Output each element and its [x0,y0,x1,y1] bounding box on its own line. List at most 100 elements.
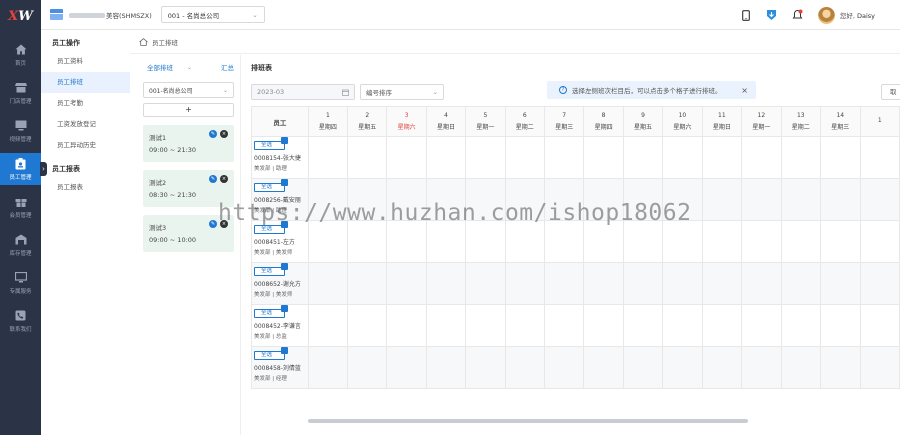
schedule-cell[interactable] [859,178,900,221]
schedule-cell[interactable] [820,136,861,179]
shift-card[interactable]: 测试1 09:00 ~ 21:30 ✎ × [143,125,234,162]
schedule-cell[interactable] [386,220,427,263]
subnav-item[interactable]: 员工排班 [41,72,130,93]
schedule-cell[interactable] [465,136,506,179]
schedule-cell[interactable] [701,304,743,347]
schedule-cell[interactable] [859,304,900,347]
schedule-cell[interactable] [622,346,664,389]
schedule-cell[interactable] [307,178,349,221]
schedule-cell[interactable] [780,304,822,347]
company-select[interactable]: 001 - 名尚总公司 ⌄ [160,6,265,23]
schedule-cell[interactable] [504,220,546,263]
collapse-icon[interactable]: › [40,162,47,176]
select-all-button[interactable]: 全选 [254,221,288,234]
subnav-item[interactable]: 员工异动历史 [41,135,130,156]
horizontal-scrollbar[interactable] [308,419,748,423]
schedule-cell[interactable] [347,220,388,263]
schedule-cell[interactable] [465,262,506,305]
schedule-cell[interactable] [820,346,861,389]
schedule-cell[interactable] [307,304,349,347]
select-all-button[interactable]: 全选 [254,179,288,192]
schedule-cell[interactable] [465,304,506,347]
schedule-cell[interactable] [465,346,506,389]
schedule-cell[interactable] [859,220,900,263]
schedule-cell[interactable] [741,304,782,347]
schedule-cell[interactable] [504,262,546,305]
schedule-cell[interactable] [780,136,822,179]
schedule-cell[interactable] [662,262,703,305]
schedule-cell[interactable] [543,346,585,389]
schedule-cell[interactable] [504,178,546,221]
select-all-button[interactable]: 全选 [254,137,288,150]
schedule-cell[interactable] [583,220,624,263]
shift-company-select[interactable]: 001-名尚总公司 ⌄ [143,82,234,98]
schedule-cell[interactable] [543,220,585,263]
schedule-cell[interactable] [701,262,743,305]
subnav-item[interactable]: 员工资料 [41,51,130,72]
bell-icon[interactable] [792,9,804,21]
schedule-cell[interactable] [662,220,703,263]
schedule-cell[interactable] [741,220,782,263]
schedule-cell[interactable] [780,220,822,263]
delete-icon[interactable]: × [220,130,228,138]
sidebar-item-home[interactable]: 首页 [0,39,41,71]
schedule-cell[interactable] [504,346,546,389]
add-shift-button[interactable]: + [143,103,234,117]
schedule-cell[interactable] [662,136,703,179]
schedule-cell[interactable] [347,304,388,347]
schedule-cell[interactable] [622,178,664,221]
schedule-cell[interactable] [425,262,467,305]
edit-icon[interactable]: ✎ [209,175,217,183]
schedule-cell[interactable] [386,304,427,347]
schedule-cell[interactable] [780,262,822,305]
avatar[interactable] [817,6,835,24]
schedule-cell[interactable] [741,136,782,179]
schedule-cell[interactable] [425,136,467,179]
schedule-cell[interactable] [307,346,349,389]
download-icon[interactable] [766,9,778,21]
schedule-cell[interactable] [504,304,546,347]
schedule-cell[interactable] [859,346,900,389]
schedule-cell[interactable] [741,262,782,305]
subnav-item[interactable]: 工资发放登记 [41,114,130,135]
shift-card[interactable]: 测试3 09:00 ~ 10:00 ✎ × [143,215,234,252]
schedule-cell[interactable] [701,346,743,389]
schedule-cell[interactable] [543,136,585,179]
schedule-cell[interactable] [543,304,585,347]
schedule-cell[interactable] [622,220,664,263]
schedule-cell[interactable] [583,304,624,347]
chevron-down-icon[interactable]: ⌄ [187,64,192,71]
delete-icon[interactable]: × [220,175,228,183]
schedule-cell[interactable] [583,346,624,389]
schedule-cell[interactable] [347,178,388,221]
schedule-cell[interactable] [465,220,506,263]
schedule-cell[interactable] [741,346,782,389]
sidebar-item-display[interactable]: 专属服务 [0,267,41,299]
schedule-cell[interactable] [583,136,624,179]
schedule-cell[interactable] [543,262,585,305]
logo[interactable]: XW [0,0,41,33]
schedule-cell[interactable] [622,304,664,347]
schedule-cell[interactable] [859,262,900,305]
close-icon[interactable]: × [741,86,748,95]
schedule-cell[interactable] [662,346,703,389]
schedule-cell[interactable] [701,136,743,179]
sidebar-item-store[interactable]: 门店管理 [0,77,41,109]
schedule-cell[interactable] [543,178,585,221]
schedule-cell[interactable] [820,178,861,221]
schedule-cell[interactable] [583,178,624,221]
schedule-cell[interactable] [622,136,664,179]
month-picker[interactable]: 2023-03 [251,84,355,100]
sort-select[interactable]: 编号排序 ⌄ [360,84,444,100]
select-all-button[interactable]: 全选 [254,305,288,318]
schedule-cell[interactable] [425,304,467,347]
schedule-cell[interactable] [465,178,506,221]
schedule-cell[interactable] [307,136,349,179]
schedule-cell[interactable] [820,304,861,347]
mobile-icon[interactable] [740,9,752,21]
subnav-item[interactable]: 员工考勤 [41,93,130,114]
schedule-cell[interactable] [386,346,427,389]
schedule-cell[interactable] [622,262,664,305]
schedule-cell[interactable] [347,346,388,389]
schedule-cell[interactable] [307,262,349,305]
